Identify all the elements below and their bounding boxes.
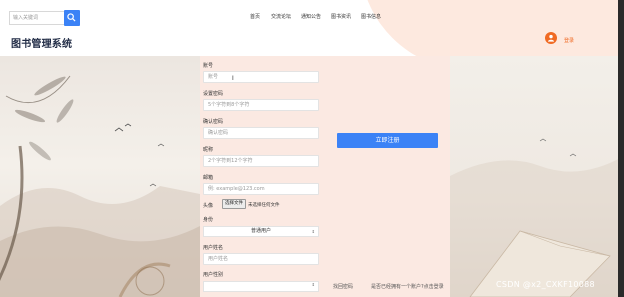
site-title: 图书管理系统: [11, 39, 73, 50]
ink-painting-right: [450, 56, 624, 297]
window-edge: [618, 0, 624, 297]
user-avatar[interactable]: [545, 32, 557, 44]
login-prompt-link[interactable]: 是否已经拥有一个账户?点击登录: [371, 283, 444, 290]
confirm-password-input[interactable]: 确认密码: [203, 127, 319, 139]
find-password-link[interactable]: 找回密码: [333, 283, 353, 290]
nav-news[interactable]: 图书资讯: [331, 13, 351, 20]
username-input[interactable]: 用户姓名: [203, 253, 319, 265]
nav-books[interactable]: 图书信息: [361, 13, 381, 20]
role-label: 身份: [203, 217, 214, 223]
login-link[interactable]: 登录: [564, 37, 574, 44]
select-arrow-icon: ⇕: [311, 282, 315, 287]
register-action-panel: [324, 56, 450, 297]
search-icon: [67, 13, 76, 22]
password-input[interactable]: 5个字符到8个字符: [203, 99, 319, 111]
username-label: 用户姓名: [203, 245, 224, 251]
search-input[interactable]: 输入关键词: [9, 11, 64, 25]
text-cursor-icon: I: [232, 75, 234, 82]
user-icon: [548, 34, 554, 42]
account-input[interactable]: 账号: [203, 71, 319, 83]
landscape-left-art: [0, 75, 200, 297]
role-select[interactable]: 普通用户 ⇕: [203, 226, 319, 237]
register-button[interactable]: 立即注册: [337, 133, 438, 148]
gender-label: 用户性别: [203, 272, 224, 278]
header-decoration: [360, 0, 624, 56]
nickname-input[interactable]: 2个字符到12个字符: [203, 155, 319, 167]
confirm-password-label: 确认密码: [203, 119, 224, 125]
nav-notice[interactable]: 通知公告: [301, 13, 321, 20]
nickname-label: 昵称: [203, 147, 214, 153]
email-label: 邮箱: [203, 175, 214, 181]
choose-file-button[interactable]: 选择文件: [222, 199, 246, 209]
select-arrow-icon: ⇕: [311, 229, 315, 234]
gender-select[interactable]: ⇕: [203, 281, 319, 292]
ink-painting-left: [0, 56, 200, 297]
watermark-text: CSDN @x2_CXKF10088: [496, 280, 595, 289]
nav-forum[interactable]: 交流论坛: [271, 13, 291, 20]
account-label: 账号: [203, 63, 214, 69]
search-button[interactable]: [64, 10, 80, 26]
nav-home[interactable]: 首页: [250, 13, 260, 20]
top-header: [0, 0, 624, 56]
avatar-label: 头像: [203, 203, 214, 209]
role-select-value: 普通用户: [250, 228, 271, 234]
landscape-right-art: [450, 138, 624, 297]
email-input[interactable]: 例: example@123.com: [203, 183, 319, 195]
file-status-text: 未选择任何文件: [248, 203, 280, 208]
password-label: 设置密码: [203, 91, 224, 97]
